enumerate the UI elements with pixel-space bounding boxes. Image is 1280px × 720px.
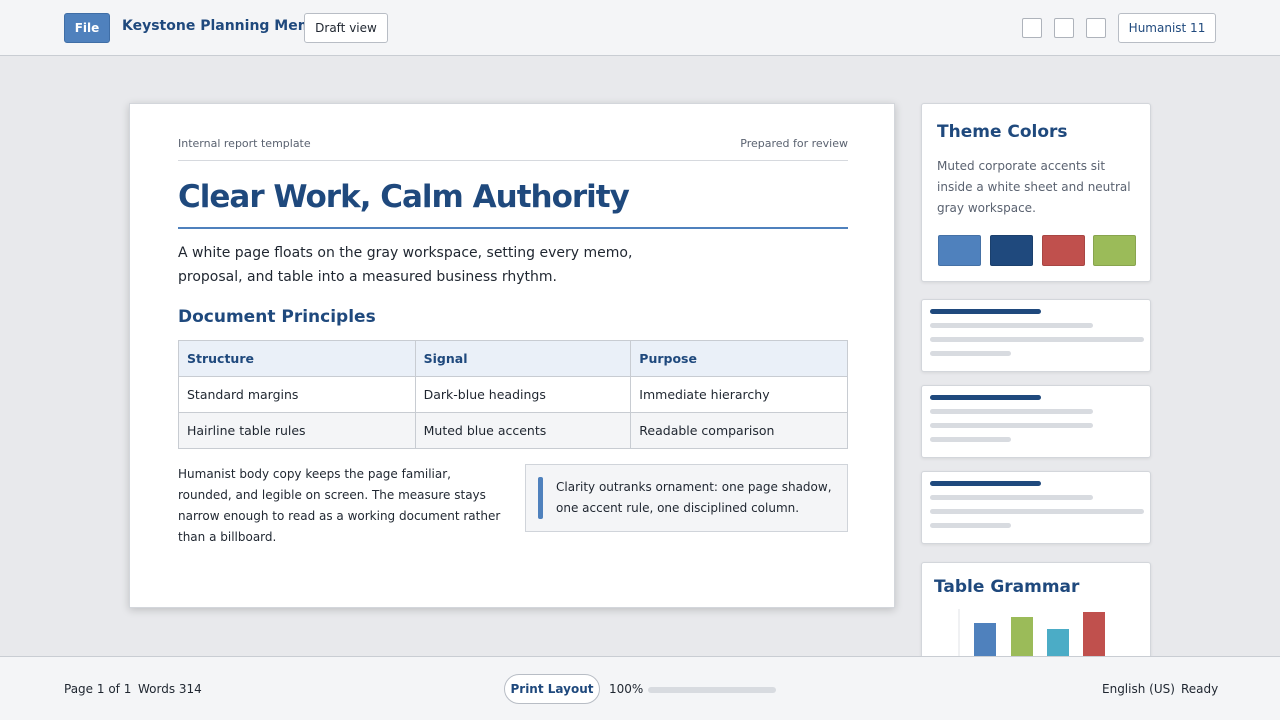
skeleton-text-line [930,509,1144,514]
toolbar-square-icon-2[interactable] [1054,18,1074,38]
table-grammar-thumbnail [958,609,1105,661]
file-button[interactable]: File [64,13,110,43]
table-header-cell: Structure [178,340,416,377]
font-selector-button[interactable]: Humanist 11 [1118,13,1216,43]
theme-colors-description: Muted corporate accents sit inside a whi… [937,159,1131,215]
skeleton-text-line [930,351,1011,356]
zoom-level: 100% [609,682,644,696]
theme-colors-card[interactable]: Theme Colors Muted corporate accents sit… [921,103,1151,282]
color-swatch-2[interactable] [990,235,1033,266]
table-cell: Immediate hierarchy [630,376,848,413]
skeleton-heading-line [930,481,1041,486]
table-grammar-card[interactable]: Table Grammar [921,562,1151,662]
table-header-cell: Purpose [630,340,848,377]
skeleton-text-line [930,423,1093,428]
table-cell: Hairline table rules [178,412,416,449]
top-toolbar: File Keystone Planning Memo Draft view H… [0,0,1280,56]
language-indicator[interactable]: English (US) [1102,682,1175,696]
skeleton-text-line [930,495,1093,500]
table-header-cell: Signal [414,340,632,377]
skeleton-text-line [930,337,1144,342]
skeleton-text-line [930,323,1093,328]
skeleton-text-line [930,437,1011,442]
page-header: Internal report template Prepared for re… [178,137,848,161]
page-header-right: Prepared for review [740,137,848,150]
word-count: Words 314 [138,682,202,696]
zoom-slider[interactable] [648,687,776,693]
lead-paragraph: A white page floats on the gray workspac… [178,245,633,285]
page-headline: Clear Work, Calm Authority [178,179,848,229]
table-cell: Readable comparison [630,412,848,449]
toolbar-square-icon-1[interactable] [1022,18,1042,38]
thumbnail-bar-4 [1083,612,1105,661]
document-page: Internal report template Prepared for re… [129,103,895,608]
color-swatch-3[interactable] [1042,235,1085,266]
table-cell: Standard margins [178,376,416,413]
body-paragraph: Humanist body copy keeps the page famili… [178,467,501,544]
page-count: Page 1 of 1 [64,682,132,696]
style-thumbnail-card-1[interactable] [921,299,1151,372]
style-thumbnail-card-3[interactable] [921,471,1151,544]
table-header-row: Structure Signal Purpose [178,340,848,377]
color-swatch-1[interactable] [938,235,981,266]
print-layout-button[interactable]: Print Layout [504,674,600,704]
callout-box: Clarity outranks ornament: one page shad… [525,464,848,532]
style-thumbnail-card-2[interactable] [921,385,1151,458]
skeleton-text-line [930,409,1093,414]
skeleton-heading-line [930,309,1041,314]
skeleton-heading-line [930,395,1041,400]
callout-accent-bar [538,477,543,519]
draft-view-button[interactable]: Draft view [304,13,388,43]
table-cell: Dark-blue headings [414,376,632,413]
status-bar: Page 1 of 1 Words 314 Print Layout 100% … [0,656,1280,720]
callout-text: Clarity outranks ornament: one page shad… [556,480,832,515]
table-cell: Muted blue accents [414,412,632,449]
document-title: Keystone Planning Memo [122,18,322,34]
color-swatch-4[interactable] [1093,235,1136,266]
principles-table: Structure Signal Purpose Standard margin… [178,340,848,449]
status-text: Ready [1181,682,1219,696]
table-row: Standard margins Dark-blue headings Imme… [178,376,848,413]
section-heading: Document Principles [178,307,376,327]
table-row: Hairline table rules Muted blue accents … [178,412,848,449]
skeleton-text-line [930,523,1011,528]
page-header-left: Internal report template [178,137,311,150]
toolbar-square-icon-3[interactable] [1086,18,1106,38]
theme-colors-title: Theme Colors [937,122,1068,142]
